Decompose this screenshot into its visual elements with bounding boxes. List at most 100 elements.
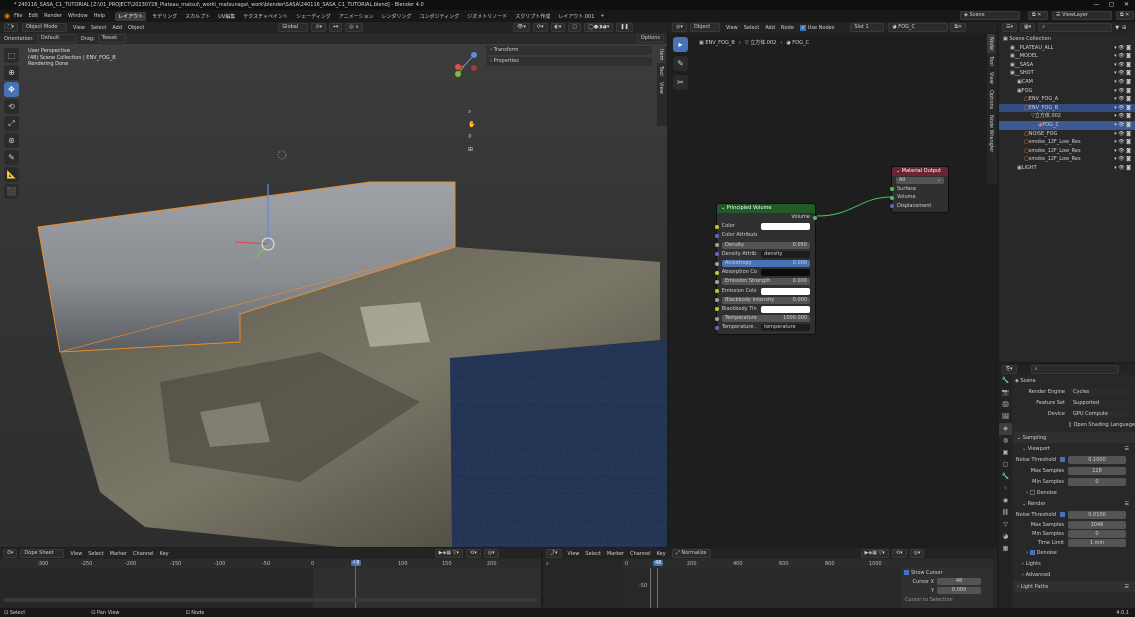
- scene-tab-icon[interactable]: ◈: [999, 423, 1012, 435]
- workspace-tab-layout[interactable]: レイアウト: [115, 11, 147, 21]
- window-controls[interactable]: — ▢ ✕: [1093, 0, 1129, 10]
- collection-tab-icon[interactable]: ▣: [999, 447, 1012, 459]
- dope-channel-area[interactable]: [0, 559, 541, 608]
- outliner-row[interactable]: ▣ FOG ▾ 👁 ◙: [999, 87, 1135, 96]
- add-workspace-button[interactable]: +: [600, 13, 604, 19]
- render-engine-dropdown[interactable]: Cycles: [1069, 387, 1129, 396]
- dope-mode-dropdown[interactable]: Dope Sheet: [20, 549, 65, 558]
- visibility-toggle-icons[interactable]: ▾ 👁 ◙: [1114, 121, 1131, 130]
- pv-input-row[interactable]: Absorption Co...: [715, 268, 815, 277]
- graph-filter-buttons[interactable]: ▶◈▦ ▽▾: [860, 549, 889, 558]
- modifier-tab-icon[interactable]: 🔧: [999, 471, 1012, 483]
- normalize-toggle[interactable]: ⤢ Normalize: [671, 549, 711, 558]
- viewport-menu-add[interactable]: Add: [112, 25, 122, 31]
- graph-proportional-button[interactable]: ◎▾: [909, 549, 925, 558]
- visibility-toggle-icons[interactable]: ▾ 👁 ◙: [1114, 52, 1131, 61]
- node-header[interactable]: ⌄ Material Output: [892, 167, 948, 176]
- options-button[interactable]: Options: [636, 34, 664, 43]
- graph-current-frame[interactable]: 48: [653, 560, 664, 566]
- material-selector[interactable]: ◕ FOG_C: [888, 23, 949, 32]
- view-layer-copy-button[interactable]: ⧉ ✕: [1116, 11, 1134, 20]
- visibility-toggle-icons[interactable]: ▾ 👁 ◙: [1114, 164, 1131, 173]
- graph-menu-select[interactable]: Select: [585, 551, 600, 557]
- feature-set-dropdown[interactable]: Supported: [1069, 398, 1129, 407]
- pv-number-field[interactable]: Density 0.050: [722, 241, 810, 249]
- graph-editor-type-button[interactable]: ⤴▾: [546, 549, 562, 558]
- outliner-row[interactable]: ◕ FOG_C ▾ 👁 ◙: [999, 120, 1135, 130]
- menu-render[interactable]: Render: [44, 13, 62, 19]
- pv-input-row[interactable]: Density 0.050: [715, 241, 815, 250]
- visibility-toggle-icons[interactable]: ▾ 👁 ◙: [1114, 155, 1131, 164]
- slot-dropdown[interactable]: Slot 1: [850, 23, 885, 32]
- outliner-row[interactable]: ▢ smoke_12F_Low_Res ▾ 👁 ◙: [999, 155, 1135, 164]
- dope-ruler[interactable]: -300 -250 -200 -150 -100 -50 0 48 100 15…: [0, 559, 541, 568]
- pv-color-field[interactable]: [761, 287, 810, 295]
- properties-panel-header[interactable]: › Properties: [486, 57, 652, 66]
- pv-input-row[interactable]: Emission Color: [715, 287, 815, 296]
- scene-selector[interactable]: ◈ Scene: [960, 11, 1020, 20]
- visibility-toggle-icons[interactable]: ▾ 👁 ◙: [1114, 138, 1131, 147]
- visibility-toggle-icons[interactable]: ▾ 👁 ◙: [1114, 44, 1131, 53]
- outliner-row[interactable]: ▣ __PLATEAU_ALL ▾ 👁 ◙: [999, 44, 1135, 53]
- editor-type-button[interactable]: ⛶▾: [4, 23, 19, 32]
- proportional-button[interactable]: ◎ ∧: [345, 23, 363, 32]
- workspace-tab-rendering[interactable]: レンダリング: [382, 13, 412, 20]
- tab-options[interactable]: Options: [987, 87, 995, 112]
- tab-node-view[interactable]: View: [987, 69, 995, 87]
- add-cube-tool-icon[interactable]: ⬛: [4, 184, 19, 199]
- node-editor-type-button[interactable]: ◎▾: [672, 23, 687, 32]
- input-socket[interactable]: [715, 279, 719, 284]
- graph-editor[interactable]: ⤴▾ View Select Marker Channel Key ⤢ Norm…: [543, 548, 997, 608]
- device-dropdown[interactable]: GPU Compute: [1069, 409, 1129, 418]
- material-actions[interactable]: ⧉✕: [950, 23, 967, 32]
- visibility-toggle-icons[interactable]: ▾ 👁 ◙: [1114, 61, 1131, 70]
- menu-help[interactable]: Help: [94, 13, 105, 19]
- tab-node-wrangler[interactable]: Node Wrangler: [987, 112, 995, 155]
- visibility-toggle-icons[interactable]: ▾ 👁 ◙: [1114, 69, 1131, 78]
- output-tab-icon[interactable]: 🖨: [999, 399, 1012, 411]
- render-max-samples[interactable]: 2048: [1068, 520, 1126, 529]
- dope-proportional-button[interactable]: ◎▾: [483, 549, 499, 558]
- input-socket[interactable]: [715, 252, 719, 257]
- annotate-tool-icon[interactable]: ✎: [4, 150, 19, 165]
- visibility-toggle-icons[interactable]: ▾ 👁 ◙: [1114, 130, 1131, 139]
- texture-tab-icon[interactable]: ▦: [999, 543, 1012, 555]
- shader-node-editor[interactable]: ◎▾ Object View Select Add Node ✓ Use Nod…: [669, 22, 997, 547]
- camera-view-icon[interactable]: ⌾: [468, 133, 478, 141]
- workspace-tab-sculpt[interactable]: スカルプト: [185, 13, 210, 20]
- surface-input-socket[interactable]: Surface: [890, 185, 948, 194]
- denoise-subpanel-header[interactable]: › Denoise: [1014, 487, 1135, 498]
- 3d-viewport[interactable]: User Perspective (48) Scene Collection |…: [0, 22, 667, 547]
- workspace-tab-geometry-nodes[interactable]: ジオメトリノード: [467, 13, 507, 20]
- orientation-dropdown[interactable]: Default: [36, 34, 77, 43]
- mode-selector[interactable]: Object Mode: [22, 23, 68, 32]
- visibility-button[interactable]: 👁▾: [512, 23, 530, 32]
- transform-panel-header[interactable]: › Transform: [486, 46, 652, 55]
- viewport-menu-view[interactable]: View: [73, 25, 85, 31]
- outliner-row[interactable]: ▣ __MODEL ▾ 👁 ◙: [999, 52, 1135, 61]
- viewport-noise-threshold[interactable]: 0.1000: [1068, 455, 1126, 464]
- input-socket[interactable]: [715, 298, 719, 303]
- list-icon[interactable]: ☰: [1125, 446, 1129, 452]
- properties-type-button[interactable]: ⎘▾: [1002, 365, 1017, 374]
- render-subpanel-header[interactable]: ⌄ Render ☰: [1014, 498, 1135, 509]
- particles-tab-icon[interactable]: ⁘: [999, 483, 1012, 495]
- graph-menu-key[interactable]: Key: [657, 551, 666, 557]
- visibility-toggle-icons[interactable]: ▾ 👁 ◙: [1114, 147, 1131, 156]
- pv-text-field[interactable]: density: [761, 250, 810, 258]
- current-frame-indicator[interactable]: 48: [351, 560, 362, 566]
- show-cursor-checkbox[interactable]: Show Cursor: [901, 568, 993, 577]
- gizmo-button[interactable]: ⟳▾: [532, 23, 548, 32]
- list-icon[interactable]: ☰: [1125, 584, 1129, 590]
- outliner-row[interactable]: ▢ ENV_FOG_B ▾ 👁 ◙: [999, 103, 1135, 113]
- visibility-toggle-icons[interactable]: ▾ 👁 ◙: [1114, 95, 1131, 104]
- pv-input-row[interactable]: Blackbody Intensity 0.000: [715, 296, 815, 305]
- world-tab-icon[interactable]: ◍: [999, 435, 1012, 447]
- zoom-icon[interactable]: ⌕: [468, 108, 478, 116]
- pause-render-button[interactable]: ❚❚: [616, 23, 633, 32]
- pv-number-field[interactable]: Temperature 1000.000: [722, 315, 810, 323]
- pv-input-row[interactable]: Blackbody Tint: [715, 305, 815, 314]
- graph-search-icon[interactable]: ⌕: [546, 561, 549, 567]
- dope-filter-buttons[interactable]: ▶◈▦ ▽▾: [434, 549, 463, 558]
- menu-file[interactable]: File: [14, 13, 22, 19]
